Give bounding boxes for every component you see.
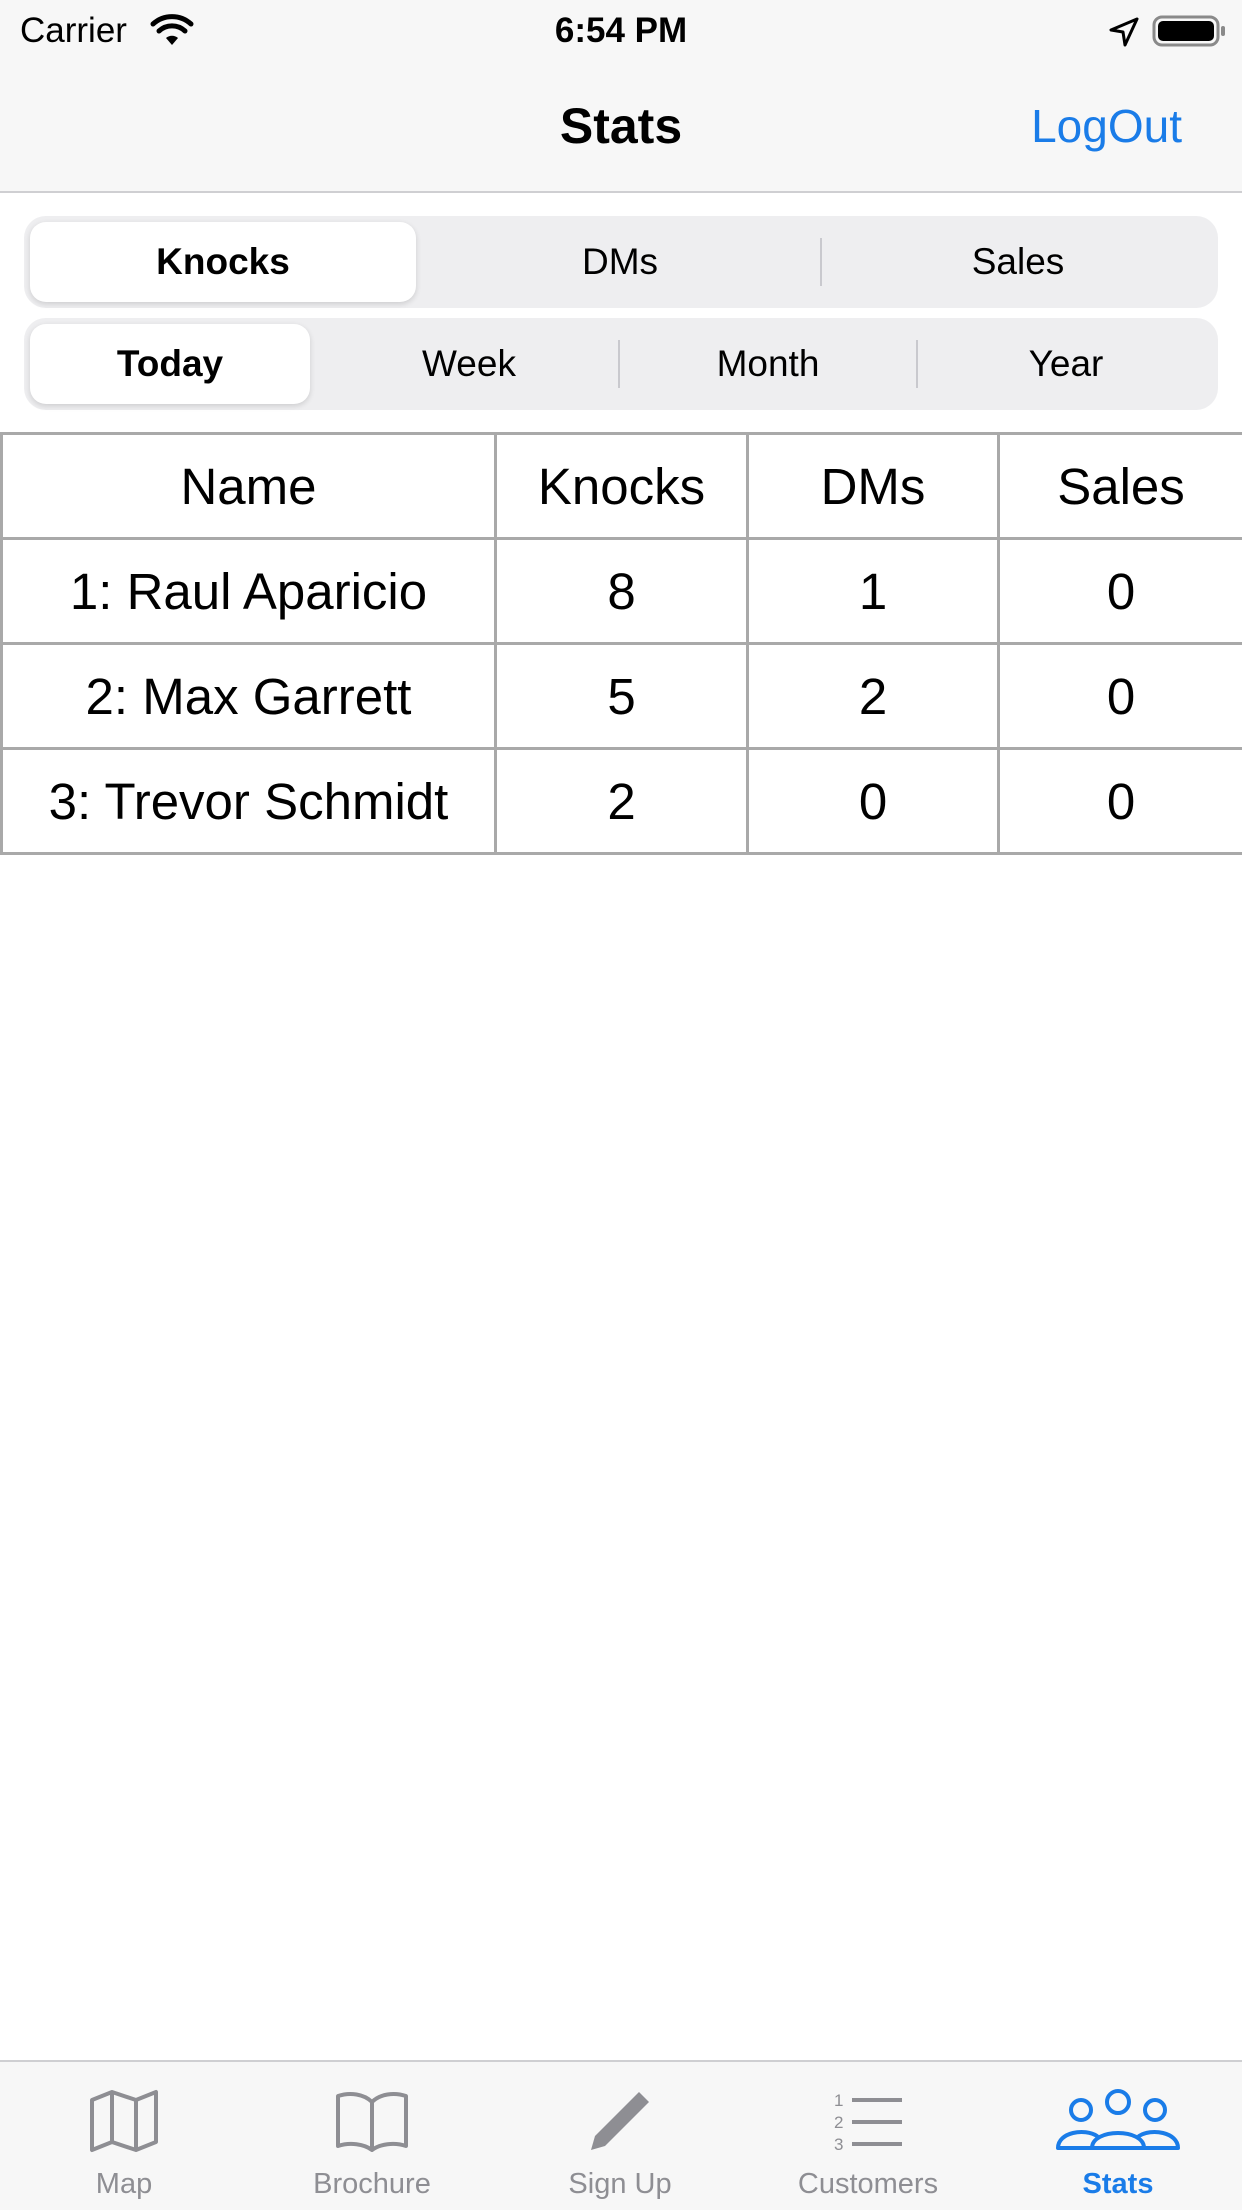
segment-month[interactable]: Month [622, 324, 914, 404]
table-row: 3: Trevor Schmidt 2 0 0 [2, 749, 1242, 854]
cell-sales: 0 [999, 644, 1242, 749]
cell-knocks: 2 [496, 749, 748, 854]
status-time: 6:54 PM [0, 10, 1242, 52]
tab-map[interactable]: Map [0, 2062, 248, 2210]
tab-label: Brochure [248, 2166, 496, 2202]
cell-sales: 0 [999, 749, 1242, 854]
pencil-icon [587, 2088, 653, 2154]
book-icon [334, 2088, 410, 2154]
period-segmented-control: Today Week Month Year [24, 318, 1218, 410]
tab-label: Customers [744, 2166, 992, 2202]
cell-dms: 2 [748, 644, 999, 749]
segment-today[interactable]: Today [30, 324, 310, 404]
tab-label: Stats [994, 2166, 1242, 2202]
tab-label: Sign Up [496, 2166, 744, 2202]
tab-stats[interactable]: Stats [994, 2062, 1242, 2210]
nav-bar: Stats LogOut [0, 62, 1242, 193]
cell-dms: 1 [748, 539, 999, 644]
svg-text:2: 2 [834, 2113, 843, 2132]
tab-label: Map [0, 2166, 248, 2202]
cell-dms: 0 [748, 749, 999, 854]
segment-divider [916, 340, 918, 388]
status-bar: Carrier 6:54 PM [0, 0, 1242, 62]
cell-name: 1: Raul Aparicio [2, 539, 496, 644]
table-row: 1: Raul Aparicio 8 1 0 [2, 539, 1242, 644]
cell-name: 3: Trevor Schmidt [2, 749, 496, 854]
segment-year[interactable]: Year [920, 324, 1212, 404]
tab-sign-up[interactable]: Sign Up [496, 2062, 744, 2210]
stats-table: Name Knocks DMs Sales 1: Raul Aparicio 8… [0, 432, 1242, 855]
cell-sales: 0 [999, 539, 1242, 644]
segment-dms[interactable]: DMs [448, 222, 792, 302]
logout-button[interactable]: LogOut [1031, 98, 1182, 154]
metric-segmented-control: Knocks DMs Sales [24, 216, 1218, 308]
svg-text:1: 1 [834, 2091, 843, 2110]
table-header-row: Name Knocks DMs Sales [2, 434, 1242, 539]
segment-sales[interactable]: Sales [824, 222, 1212, 302]
segment-week[interactable]: Week [324, 324, 614, 404]
header-knocks: Knocks [496, 434, 748, 539]
numbered-list-icon: 1 2 3 [832, 2088, 904, 2154]
table-row: 2: Max Garrett 5 2 0 [2, 644, 1242, 749]
map-icon [88, 2088, 160, 2154]
battery-icon [1152, 14, 1228, 48]
cell-knocks: 5 [496, 644, 748, 749]
header-sales: Sales [999, 434, 1242, 539]
people-icon [1055, 2088, 1181, 2154]
segment-knocks[interactable]: Knocks [30, 222, 416, 302]
segment-divider [618, 340, 620, 388]
svg-text:3: 3 [834, 2135, 843, 2154]
cell-knocks: 8 [496, 539, 748, 644]
tab-bar: Map Brochure Sign Up 1 2 3 Customers [0, 2060, 1242, 2210]
header-name: Name [2, 434, 496, 539]
tab-customers[interactable]: 1 2 3 Customers [744, 2062, 992, 2210]
tab-brochure[interactable]: Brochure [248, 2062, 496, 2210]
location-arrow-icon [1108, 16, 1140, 48]
segment-divider [820, 238, 822, 286]
cell-name: 2: Max Garrett [2, 644, 496, 749]
header-dms: DMs [748, 434, 999, 539]
